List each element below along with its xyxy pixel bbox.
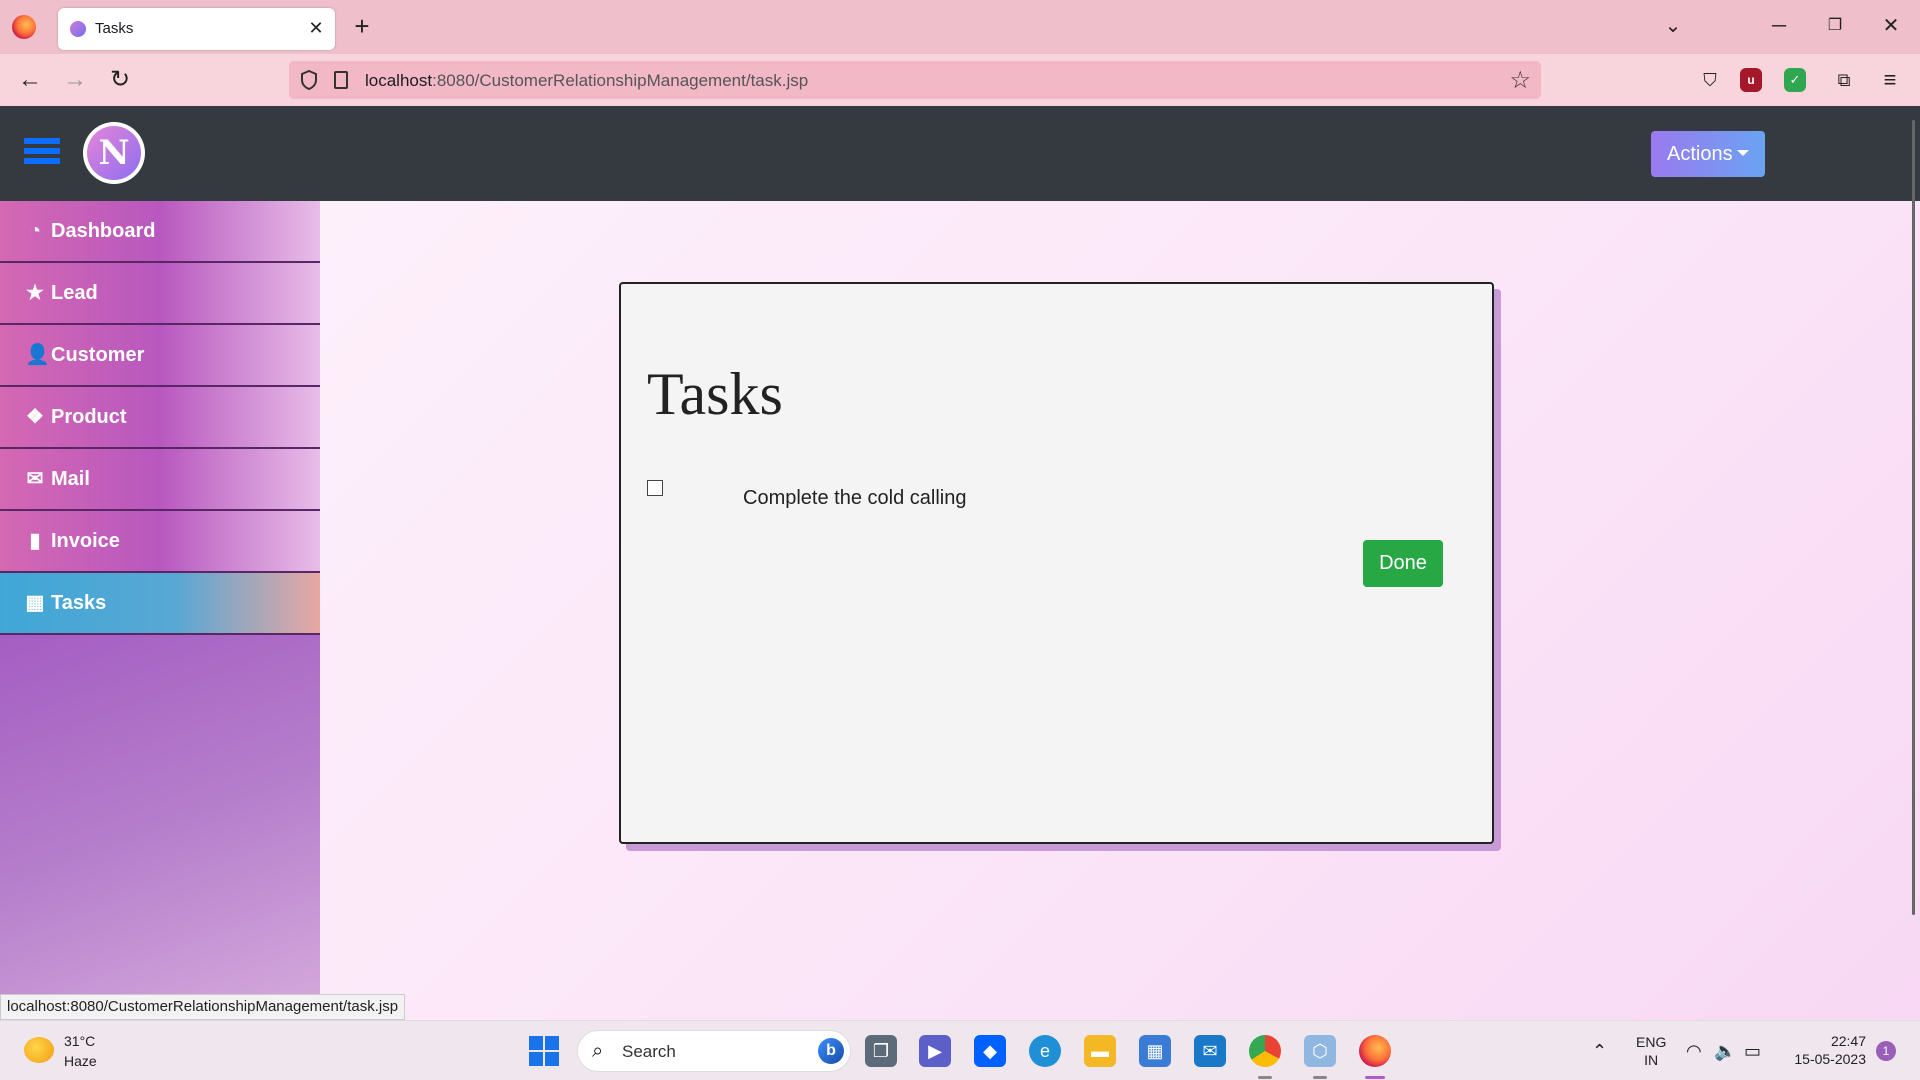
sidebar-item-lead[interactable]: ★ Lead — [0, 263, 320, 325]
star-icon: ★ — [26, 282, 44, 304]
clock-date: 15-05-2023 — [1794, 1051, 1866, 1067]
language-indicator[interactable]: ENG IN — [1636, 1033, 1666, 1069]
actions-label: Actions — [1667, 143, 1733, 165]
edge-icon[interactable]: e — [1029, 1035, 1061, 1067]
done-button[interactable]: Done — [1363, 540, 1443, 587]
address-bar[interactable]: localhost:8080/CustomerRelationshipManag… — [289, 61, 1541, 99]
weather-temperature[interactable]: 31°C — [64, 1033, 95, 1049]
chrome-running-indicator — [1258, 1076, 1272, 1079]
region-code: IN — [1644, 1052, 1659, 1068]
notification-badge[interactable]: 1 — [1876, 1041, 1896, 1061]
taskbar-search[interactable]: ⌕ Search b — [577, 1030, 851, 1072]
logo-letter: N — [87, 126, 141, 180]
hamburger-menu-icon[interactable] — [24, 138, 60, 168]
extensions-icon[interactable]: ⧉ — [1829, 65, 1859, 95]
forward-icon[interactable]: → — [59, 64, 91, 96]
virtualbox-icon[interactable]: ⬡ — [1304, 1035, 1336, 1067]
tab-favicon-icon — [70, 21, 86, 37]
task-view-icon[interactable]: ❐ — [865, 1035, 897, 1067]
weather-description[interactable]: Haze — [64, 1053, 97, 1069]
bing-icon[interactable]: b — [818, 1038, 844, 1064]
browser-nav-bar: ← → ↻ localhost:8080/CustomerRelationshi… — [0, 54, 1920, 106]
app-header: N Actions — [0, 106, 1920, 201]
tab-tasks[interactable]: Tasks ✕ — [58, 8, 335, 50]
reload-icon[interactable]: ↻ — [104, 64, 136, 96]
cubes-icon: ❖ — [26, 406, 44, 428]
new-tab-button[interactable]: + — [349, 12, 375, 40]
browser-tab-bar: Tasks ✕ + ⌄ ─ ❐ ✕ — [0, 0, 1920, 54]
task-checkbox[interactable] — [647, 480, 663, 496]
bookmark-star-icon[interactable]: ☆ — [1509, 66, 1531, 95]
wifi-icon[interactable]: ◠ — [1686, 1041, 1702, 1062]
dropbox-icon[interactable]: ◆ — [974, 1035, 1006, 1067]
chrome-icon[interactable] — [1249, 1035, 1281, 1067]
sidebar-item-label: Lead — [51, 282, 98, 304]
sidebar: ◔ Dashboard ★ Lead 👤Customer ❖ Product ✉ Mai… — [0, 201, 320, 994]
close-window-icon[interactable]: ✕ — [1876, 12, 1906, 40]
dashboard-icon: ◔ — [28, 220, 42, 242]
clock-time: 22:47 — [1830, 1033, 1866, 1049]
page-title: Tasks — [647, 361, 783, 427]
menu-icon[interactable]: ≡ — [1875, 65, 1905, 95]
mail-app-icon[interactable]: ✉ — [1194, 1035, 1226, 1067]
url-text[interactable]: localhost:8080/CustomerRelationshipManag… — [365, 71, 808, 91]
weather-haze-icon[interactable] — [24, 1037, 54, 1063]
list-all-tabs-icon[interactable]: ⌄ — [1658, 12, 1688, 40]
sidebar-item-customer[interactable]: 👤Customer — [0, 325, 320, 387]
windows-taskbar: 31°C Haze ⌕ Search b ❐ ▶ ◆ e ▬ ▦ ✉ ⬡ ⌃ E… — [0, 1020, 1920, 1080]
sidebar-item-label: Mail — [51, 468, 90, 490]
sidebar-item-label: Customer — [51, 344, 145, 366]
user-icon: 👤 — [25, 344, 50, 366]
volume-icon[interactable]: 🔈 — [1714, 1041, 1736, 1062]
tasks-card: Tasks Complete the cold calling Done — [619, 282, 1494, 844]
actions-dropdown-button[interactable]: Actions — [1651, 131, 1765, 177]
file-explorer-icon[interactable]: ▬ — [1084, 1035, 1116, 1067]
firefox-icon[interactable] — [12, 15, 36, 39]
language-code: ENG — [1636, 1034, 1667, 1050]
url-host: localhost — [365, 71, 433, 90]
firefox-active-indicator — [1365, 1076, 1385, 1079]
url-path: :8080/CustomerRelationshipManagement/tas… — [432, 71, 809, 90]
back-icon[interactable]: ← — [14, 64, 46, 96]
sidebar-item-label: Invoice — [51, 530, 120, 552]
show-hidden-icons-icon[interactable]: ⌃ — [1592, 1041, 1607, 1062]
teams-meet-icon[interactable]: ▶ — [919, 1035, 951, 1067]
start-windows-icon[interactable] — [529, 1036, 559, 1066]
page-scrollbar[interactable] — [1912, 120, 1915, 915]
task-label: Complete the cold calling — [743, 487, 967, 509]
file-icon: ▮ — [29, 530, 41, 552]
sidebar-item-mail[interactable]: ✉ Mail — [0, 449, 320, 511]
close-tab-icon[interactable]: ✕ — [305, 17, 327, 39]
search-placeholder: Search — [622, 1042, 676, 1061]
sidebar-item-label: Dashboard — [51, 220, 156, 242]
calendar-icon: ▦ — [25, 592, 45, 614]
app-logo[interactable]: N — [83, 122, 145, 184]
virtualbox-running-indicator — [1313, 1076, 1327, 1079]
envelope-icon: ✉ — [26, 468, 44, 490]
sidebar-item-label: Product — [51, 406, 127, 428]
status-bar-url: localhost:8080/CustomerRelationshipManag… — [0, 994, 406, 1020]
tracking-shield-icon[interactable] — [300, 70, 318, 90]
ublock-icon[interactable]: u — [1740, 68, 1762, 92]
restore-icon[interactable]: ❐ — [1820, 12, 1850, 40]
pocket-icon[interactable]: ⛉ — [1695, 65, 1725, 95]
firefox-taskbar-icon[interactable] — [1359, 1035, 1391, 1067]
adguard-shield-icon[interactable]: ✓ — [1784, 68, 1806, 92]
sidebar-item-dashboard[interactable]: ◔ Dashboard — [0, 201, 320, 263]
tab-title: Tasks — [95, 20, 134, 37]
caret-down-icon — [1736, 149, 1749, 156]
sidebar-item-invoice[interactable]: ▮ Invoice — [0, 511, 320, 573]
sidebar-item-label: Tasks — [51, 592, 107, 614]
sidebar-item-tasks[interactable]: ▦ Tasks — [0, 573, 320, 635]
page-info-icon[interactable] — [334, 71, 348, 89]
battery-icon[interactable]: ▭ — [1744, 1041, 1761, 1062]
minimize-icon[interactable]: ─ — [1764, 12, 1794, 40]
microsoft-store-icon[interactable]: ▦ — [1139, 1035, 1171, 1067]
sidebar-item-product[interactable]: ❖ Product — [0, 387, 320, 449]
system-clock[interactable]: 22:47 15-05-2023 — [1786, 1032, 1866, 1068]
search-icon: ⌕ — [592, 1040, 604, 1062]
